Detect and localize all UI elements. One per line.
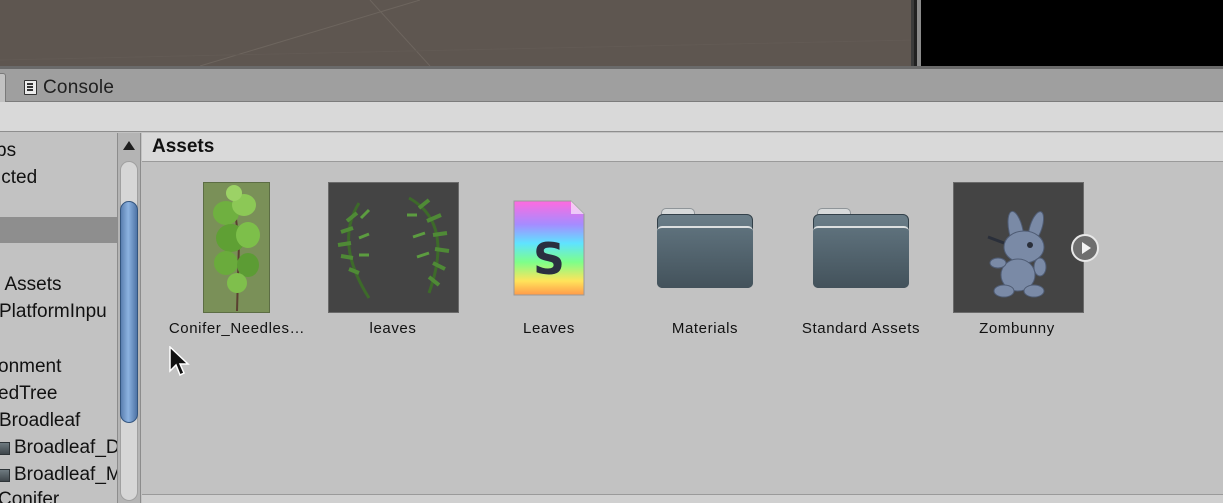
tree-item-selected[interactable]	[0, 217, 117, 243]
asset-label: Zombunny	[979, 320, 1055, 337]
mouse-cursor-icon	[169, 346, 190, 377]
tree-item-conifer[interactable]: Conifer	[0, 487, 59, 503]
tree-item-prefabs[interactable]: bs	[0, 138, 16, 164]
tree-item-environment[interactable]: onment	[0, 354, 61, 380]
asset-materials-folder[interactable]: Materials	[627, 182, 783, 342]
asset-conifer-needles[interactable]: Conifer_Needles…	[159, 182, 315, 342]
tree-item-label: onment	[0, 356, 62, 377]
model-thumbnail	[953, 182, 1084, 313]
expand-arrow-icon[interactable]	[1071, 234, 1099, 262]
project-toolbar	[0, 102, 1223, 132]
tree-item-label: PlatformInpu	[0, 301, 107, 322]
scroll-up-arrow-icon[interactable]	[123, 141, 135, 150]
tree-item-scripts[interactable]: icted	[0, 165, 37, 191]
console-icon	[24, 80, 37, 95]
shader-file-icon: S	[513, 200, 585, 296]
scene-view[interactable]	[0, 0, 1223, 69]
tree-item-label: edTree	[0, 383, 58, 404]
tree-item-broadleaf-mobile[interactable]: Broadleaf_M	[0, 462, 117, 488]
asset-label: Leaves	[523, 320, 575, 337]
asset-footer-bar	[142, 494, 1223, 503]
tree-item-label: Broadleaf	[0, 410, 81, 431]
tree-item-label: I Assets	[0, 274, 62, 295]
tab-project[interactable]	[0, 73, 6, 102]
scene-canvas[interactable]	[0, 0, 914, 66]
tab-strip: Console	[0, 69, 1223, 102]
game-view[interactable]	[921, 0, 1223, 66]
tree-item-crossplatforminput[interactable]: PlatformInpu	[0, 299, 107, 325]
asset-leaves-shader[interactable]: S Leaves	[471, 182, 627, 342]
svg-text:S: S	[533, 234, 565, 285]
asset-label: Materials	[671, 320, 739, 337]
tree-item-label: icted	[0, 167, 38, 188]
asset-label: leaves	[369, 320, 417, 337]
tree-scrollbar[interactable]	[117, 133, 141, 503]
tree-item-broadleaf-desktop[interactable]: Broadleaf_D	[0, 435, 117, 461]
leaves-texture-thumbnail	[328, 182, 459, 313]
tree-item-label: Conifer	[0, 489, 60, 503]
scroll-thumb[interactable]	[120, 201, 138, 423]
asset-leaves-texture[interactable]: leaves	[315, 182, 471, 342]
conifer-texture-thumbnail	[203, 182, 270, 313]
tree-item-speedtree[interactable]: edTree	[0, 381, 58, 407]
asset-label: Conifer_Needles…	[168, 320, 306, 337]
folder-icon	[657, 208, 753, 288]
asset-standard-assets-folder[interactable]: Standard Assets	[783, 182, 939, 342]
tree-item-label: Broadleaf_D	[14, 437, 117, 458]
prefab-icon	[0, 441, 10, 455]
tree-item-label: bs	[0, 140, 17, 161]
asset-browser[interactable]: Assets Conifer_Needles… leaves S Leaves …	[142, 133, 1223, 503]
tree-item-label: Broadleaf_M	[14, 464, 117, 485]
scene-grid-lines	[0, 0, 911, 66]
tab-console-label: Console	[43, 76, 115, 98]
folder-tree[interactable]: bs icted I Assets PlatformInpu onment ed…	[0, 133, 117, 503]
asset-label: Standard Assets	[801, 320, 921, 337]
asset-zombunny[interactable]: Zombunny	[939, 182, 1095, 342]
tree-item-standard-assets[interactable]: I Assets	[0, 272, 62, 298]
breadcrumb-assets[interactable]: Assets	[152, 136, 214, 158]
folder-icon	[813, 208, 909, 288]
prefab-icon	[0, 468, 10, 482]
asset-breadcrumb-bar: Assets	[142, 133, 1223, 162]
tab-console[interactable]: Console	[14, 73, 124, 102]
tree-item-broadleaf[interactable]: Broadleaf	[0, 408, 80, 434]
